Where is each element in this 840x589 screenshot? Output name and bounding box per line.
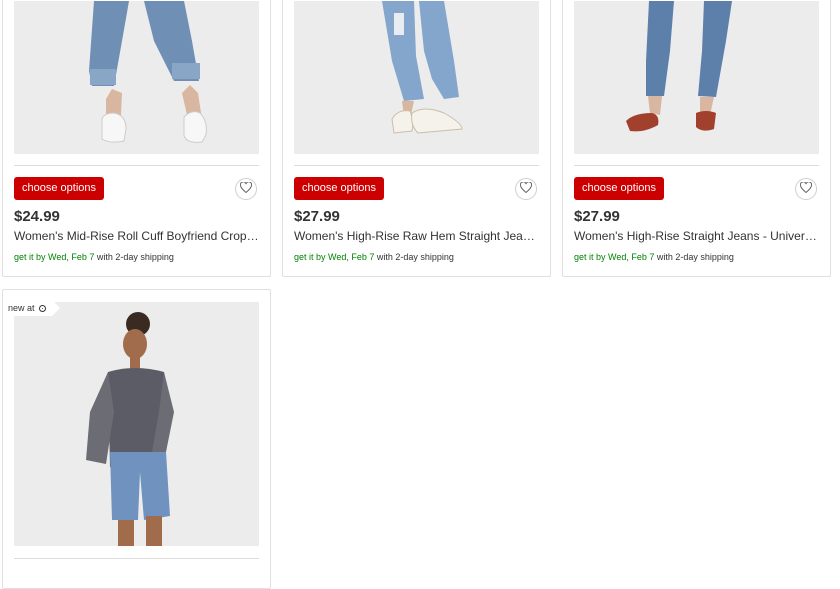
shipping-info: get it by Wed, Feb 7 with 2-day shipping [574, 252, 734, 262]
shipping-method: with 2-day shipping [374, 252, 454, 262]
product-card[interactable]: choose options $24.99 Women's Mid-Rise R… [2, 0, 271, 277]
heart-icon [799, 180, 813, 198]
new-at-target-badge: new at [3, 300, 60, 316]
product-image[interactable] [14, 302, 259, 546]
shipping-date: get it by Wed, Feb 7 [294, 252, 375, 262]
product-card[interactable]: new at [2, 289, 271, 589]
product-price: $24.99 [14, 208, 60, 225]
badge-label: new at [8, 303, 35, 313]
product-image[interactable] [574, 1, 819, 154]
product-image[interactable] [14, 1, 259, 154]
shipping-method: with 2-day shipping [94, 252, 174, 262]
product-title[interactable]: Women's High-Rise Straight Jeans - Unive… [574, 229, 819, 243]
product-card[interactable]: choose options $27.99 Women's High-Rise … [562, 0, 831, 277]
shipping-info: get it by Wed, Feb 7 with 2-day shipping [294, 252, 454, 262]
choose-options-button[interactable]: choose options [574, 177, 664, 200]
product-title[interactable]: Women's Mid-Rise Roll Cuff Boyfriend Cro… [14, 229, 259, 243]
card-divider [294, 165, 539, 166]
choose-options-button[interactable]: choose options [294, 177, 384, 200]
shipping-date: get it by Wed, Feb 7 [574, 252, 655, 262]
heart-icon [239, 180, 253, 198]
heart-icon [519, 180, 533, 198]
card-divider [14, 558, 259, 559]
target-logo-icon [39, 305, 46, 312]
choose-options-button[interactable]: choose options [14, 177, 104, 200]
shipping-info: get it by Wed, Feb 7 with 2-day shipping [14, 252, 174, 262]
card-divider [14, 165, 259, 166]
favorite-button[interactable] [515, 178, 537, 200]
product-price: $27.99 [574, 208, 620, 225]
shipping-date: get it by Wed, Feb 7 [14, 252, 95, 262]
product-title[interactable]: Women's High-Rise Raw Hem Straight Jeans… [294, 229, 539, 243]
product-image[interactable] [294, 1, 539, 154]
shipping-method: with 2-day shipping [654, 252, 734, 262]
product-card[interactable]: choose options $27.99 Women's High-Rise … [282, 0, 551, 277]
favorite-button[interactable] [795, 178, 817, 200]
product-price: $27.99 [294, 208, 340, 225]
card-divider [574, 165, 819, 166]
favorite-button[interactable] [235, 178, 257, 200]
